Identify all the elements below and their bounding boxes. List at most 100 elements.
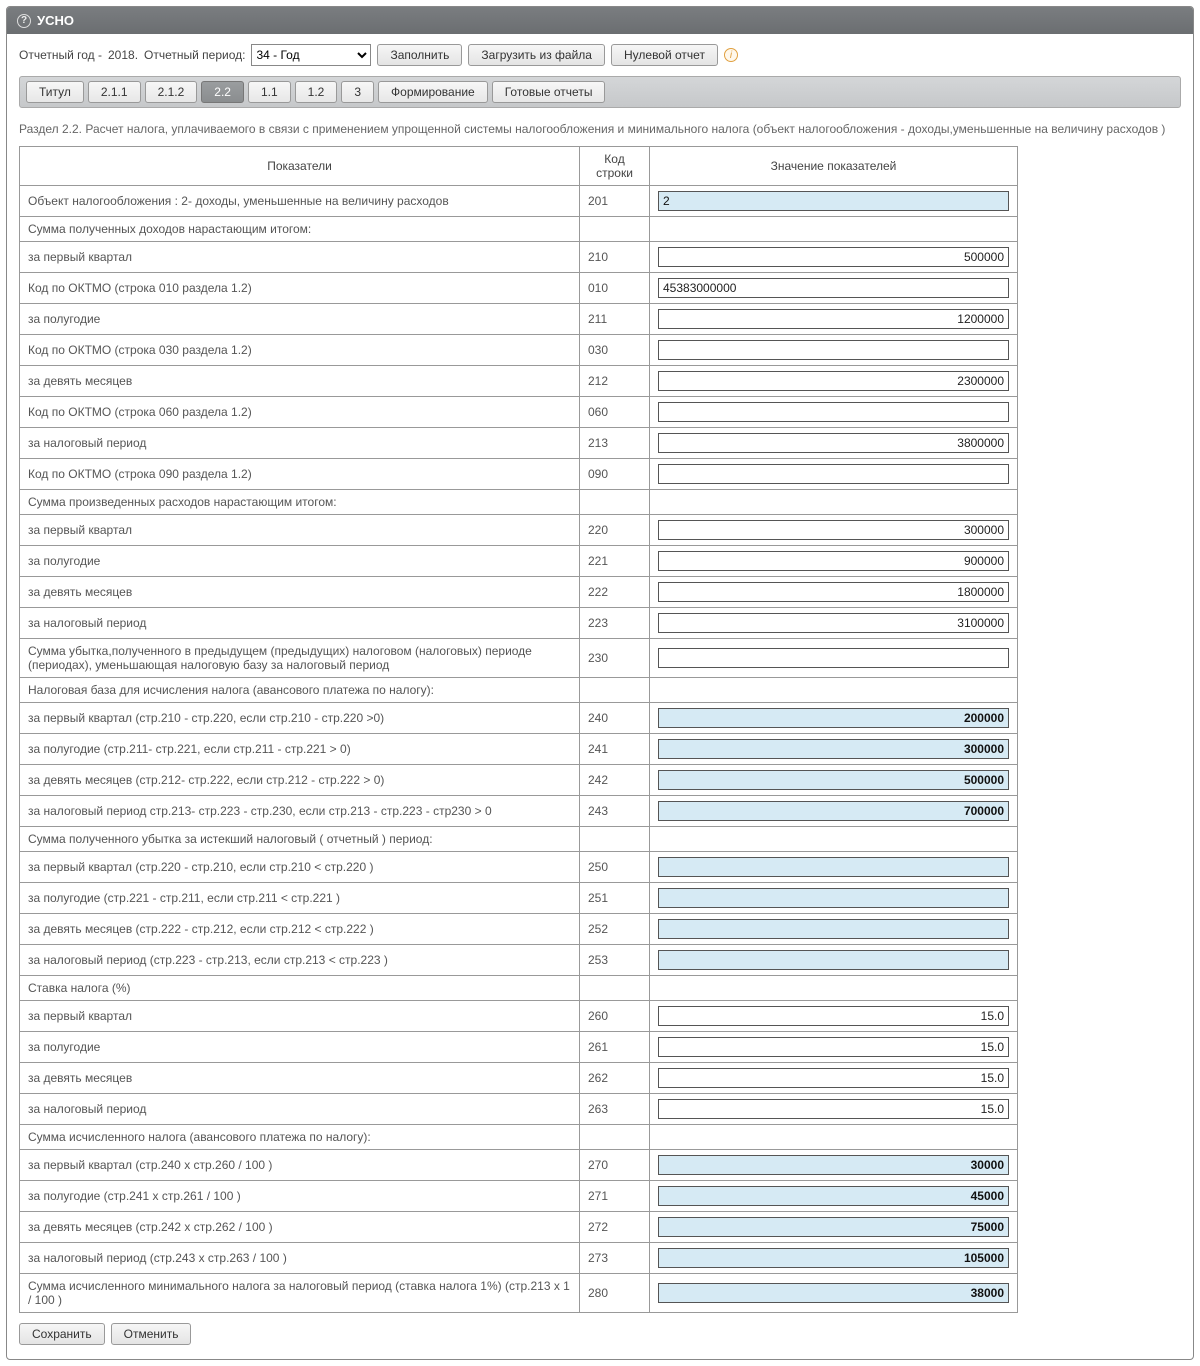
value-input-030[interactable] [658, 340, 1009, 360]
indicator-cell: за полугодие (стр.211- стр.221, если стр… [20, 734, 580, 765]
indicator-cell: Сумма произведенных расходов нарастающим… [20, 490, 580, 515]
value-cell [650, 976, 1018, 1001]
table-row: за первый квартал210 [20, 242, 1018, 273]
value-input-223[interactable] [658, 613, 1009, 633]
table-row: за налоговый период (стр.243 х стр.263 /… [20, 1243, 1018, 1274]
table-row: за полугодие221 [20, 546, 1018, 577]
value-input-263[interactable] [658, 1099, 1009, 1119]
load-from-file-button[interactable]: Загрузить из файла [468, 44, 605, 66]
code-cell: 221 [580, 546, 650, 577]
value-input-220[interactable] [658, 520, 1009, 540]
value-cell [650, 852, 1018, 883]
info-icon[interactable]: i [724, 48, 738, 62]
tab-2.1.2[interactable]: 2.1.2 [145, 81, 198, 103]
value-input-250 [658, 857, 1009, 877]
value-input-260[interactable] [658, 1006, 1009, 1026]
tab-1.1[interactable]: 1.1 [248, 81, 291, 103]
value-input-211[interactable] [658, 309, 1009, 329]
value-input-060[interactable] [658, 402, 1009, 422]
value-cell [650, 796, 1018, 827]
indicator-cell: за полугодие (стр.221 - стр.211, если ст… [20, 883, 580, 914]
value-input-273 [658, 1248, 1009, 1268]
indicator-cell: за полугодие [20, 546, 580, 577]
indicator-cell: за полугодие (стр.241 х стр.261 / 100 ) [20, 1181, 580, 1212]
indicator-cell: за девять месяцев [20, 577, 580, 608]
code-cell [580, 217, 650, 242]
code-cell: 263 [580, 1094, 650, 1125]
table-row: за девять месяцев262 [20, 1063, 1018, 1094]
value-cell [650, 577, 1018, 608]
value-cell [650, 397, 1018, 428]
table-row: за налоговый период213 [20, 428, 1018, 459]
value-cell [650, 366, 1018, 397]
data-table: Показатели Код строки Значение показател… [19, 146, 1018, 1313]
value-input-240 [658, 708, 1009, 728]
code-cell: 252 [580, 914, 650, 945]
period-select[interactable]: 34 - Год [251, 44, 371, 66]
code-cell: 220 [580, 515, 650, 546]
value-input-261[interactable] [658, 1037, 1009, 1057]
value-input-243 [658, 801, 1009, 821]
value-input-262[interactable] [658, 1068, 1009, 1088]
tab-2.2[interactable]: 2.2 [201, 81, 244, 103]
year-value: 2018. [108, 48, 138, 62]
value-input-212[interactable] [658, 371, 1009, 391]
col-value: Значение показателей [650, 147, 1018, 186]
col-code: Код строки [580, 147, 650, 186]
code-cell: 243 [580, 796, 650, 827]
code-cell: 271 [580, 1181, 650, 1212]
indicator-cell: за первый квартал (стр.210 - стр.220, ес… [20, 703, 580, 734]
code-cell [580, 827, 650, 852]
cancel-button[interactable]: Отменить [111, 1323, 192, 1345]
table-row: за первый квартал220 [20, 515, 1018, 546]
value-input-230[interactable] [658, 648, 1009, 668]
save-button[interactable]: Сохранить [19, 1323, 105, 1345]
code-cell: 010 [580, 273, 650, 304]
help-icon[interactable]: ? [17, 14, 31, 28]
table-row: за налоговый период263 [20, 1094, 1018, 1125]
indicator-cell: за девять месяцев [20, 366, 580, 397]
indicator-cell: за первый квартал [20, 242, 580, 273]
fill-button[interactable]: Заполнить [377, 44, 462, 66]
tab-2.1.1[interactable]: 2.1.1 [88, 81, 141, 103]
value-input-222[interactable] [658, 582, 1009, 602]
value-input-272 [658, 1217, 1009, 1237]
code-cell: 242 [580, 765, 650, 796]
table-row: за первый квартал (стр.240 х стр.260 / 1… [20, 1150, 1018, 1181]
indicator-cell: за первый квартал (стр.240 х стр.260 / 1… [20, 1150, 580, 1181]
value-input-221[interactable] [658, 551, 1009, 571]
value-cell [650, 1125, 1018, 1150]
value-input-201 [658, 191, 1009, 211]
value-cell [650, 734, 1018, 765]
code-cell: 261 [580, 1032, 650, 1063]
indicator-cell: Объект налогообложения : 2- доходы, умен… [20, 186, 580, 217]
code-cell: 211 [580, 304, 650, 335]
tab-3[interactable]: 3 [341, 81, 374, 103]
value-input-090[interactable] [658, 464, 1009, 484]
table-row: за девять месяцев (стр.212- стр.222, есл… [20, 765, 1018, 796]
zero-report-button[interactable]: Нулевой отчет [611, 44, 718, 66]
value-cell [650, 1181, 1018, 1212]
indicator-cell: за налоговый период (стр.223 - стр.213, … [20, 945, 580, 976]
indicator-cell: за девять месяцев (стр.212- стр.222, есл… [20, 765, 580, 796]
code-cell: 223 [580, 608, 650, 639]
table-row: Сумма исчисленного минимального налога з… [20, 1274, 1018, 1313]
value-input-210[interactable] [658, 247, 1009, 267]
indicator-cell: Код по ОКТМО (строка 060 раздела 1.2) [20, 397, 580, 428]
tab-1.2[interactable]: 1.2 [295, 81, 338, 103]
tab-титул[interactable]: Титул [26, 81, 84, 103]
table-row: Налоговая база для исчисления налога (ав… [20, 678, 1018, 703]
table-row: за налоговый период стр.213- стр.223 - с… [20, 796, 1018, 827]
tab-готовые-отчеты[interactable]: Готовые отчеты [492, 81, 606, 103]
indicator-cell: за налоговый период [20, 1094, 580, 1125]
code-cell: 272 [580, 1212, 650, 1243]
indicator-cell: Налоговая база для исчисления налога (ав… [20, 678, 580, 703]
table-row: за налоговый период (стр.223 - стр.213, … [20, 945, 1018, 976]
tab-формирование[interactable]: Формирование [378, 81, 488, 103]
indicator-cell: за полугодие [20, 1032, 580, 1063]
value-input-251 [658, 888, 1009, 908]
tabstrip: Титул2.1.12.1.22.21.11.23ФормированиеГот… [19, 76, 1181, 108]
value-input-213[interactable] [658, 433, 1009, 453]
value-cell [650, 1274, 1018, 1313]
value-input-010[interactable] [658, 278, 1009, 298]
